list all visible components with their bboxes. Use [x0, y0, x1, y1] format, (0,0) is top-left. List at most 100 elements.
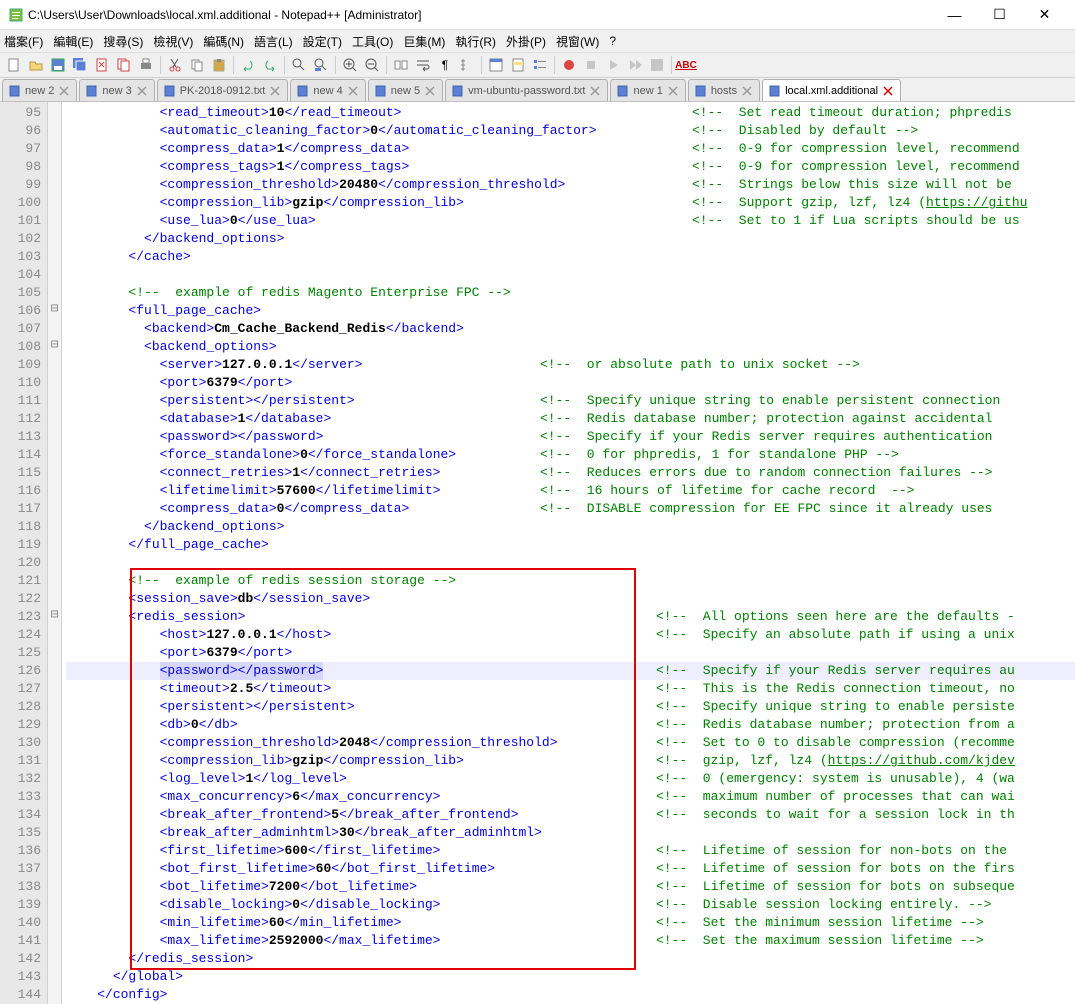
close-tab-icon[interactable]: [136, 85, 148, 97]
close-tab-icon[interactable]: [667, 85, 679, 97]
code-line[interactable]: [66, 554, 1075, 572]
close-tab-icon[interactable]: [58, 85, 70, 97]
code-line[interactable]: </backend_options>: [66, 230, 1075, 248]
zoom-in-icon[interactable]: [340, 55, 360, 75]
code-line[interactable]: <password></password><!-- Specify if you…: [66, 662, 1075, 680]
tab[interactable]: local.xml.additional: [762, 79, 901, 101]
tab[interactable]: new 3: [79, 79, 154, 101]
tab[interactable]: hosts: [688, 79, 760, 101]
zoom-out-icon[interactable]: [362, 55, 382, 75]
code-line[interactable]: <compress_data>0</compress_data><!-- DIS…: [66, 500, 1075, 518]
code-line[interactable]: </config>: [66, 986, 1075, 1004]
code-line[interactable]: <session_save>db</session_save>: [66, 590, 1075, 608]
menu-item[interactable]: 檔案(F): [4, 33, 43, 50]
code-line[interactable]: <first_lifetime>600</first_lifetime><!--…: [66, 842, 1075, 860]
close-tab-icon[interactable]: [589, 85, 601, 97]
fold-handle[interactable]: ⊟: [48, 300, 61, 318]
sync-scroll-icon[interactable]: [391, 55, 411, 75]
macro-play-multi-icon[interactable]: [625, 55, 645, 75]
menu-item[interactable]: 設定(T): [303, 33, 342, 50]
doc-map-icon[interactable]: [508, 55, 528, 75]
code-line[interactable]: <compression_lib>gzip</compression_lib><…: [66, 752, 1075, 770]
code-line[interactable]: <break_after_frontend>5</break_after_fro…: [66, 806, 1075, 824]
code-line[interactable]: <persistent></persistent><!-- Specify un…: [66, 392, 1075, 410]
code-line[interactable]: <lifetimelimit>57600</lifetimelimit><!--…: [66, 482, 1075, 500]
code-line[interactable]: <redis_session><!-- All options seen her…: [66, 608, 1075, 626]
code-line[interactable]: <min_lifetime>60</min_lifetime><!-- Set …: [66, 914, 1075, 932]
menu-item[interactable]: 視窗(W): [556, 33, 599, 50]
code-line[interactable]: <use_lua>0</use_lua><!-- Set to 1 if Lua…: [66, 212, 1075, 230]
indent-guide-icon[interactable]: [457, 55, 477, 75]
tab[interactable]: PK-2018-0912.txt: [157, 79, 289, 101]
menu-item[interactable]: ?: [609, 34, 616, 48]
menu-item[interactable]: 語言(L): [254, 33, 293, 50]
code-line[interactable]: <timeout>2.5</timeout><!-- This is the R…: [66, 680, 1075, 698]
copy-icon[interactable]: [187, 55, 207, 75]
code-line[interactable]: <read_timeout>10</read_timeout><!-- Set …: [66, 104, 1075, 122]
close-tab-icon[interactable]: [741, 85, 753, 97]
maximize-button[interactable]: ☐: [977, 1, 1022, 29]
macro-play-icon[interactable]: [603, 55, 623, 75]
code-line[interactable]: <break_after_adminhtml>30</break_after_a…: [66, 824, 1075, 842]
code-line[interactable]: <database>1</database><!-- Redis databas…: [66, 410, 1075, 428]
code-line[interactable]: </backend_options>: [66, 518, 1075, 536]
code-line[interactable]: <password></password><!-- Specify if you…: [66, 428, 1075, 446]
code-line[interactable]: <compression_threshold>2048</compression…: [66, 734, 1075, 752]
tab[interactable]: new 5: [368, 79, 443, 101]
close-tab-icon[interactable]: [882, 85, 894, 97]
menu-item[interactable]: 巨集(M): [403, 33, 445, 50]
cut-icon[interactable]: [165, 55, 185, 75]
code-line[interactable]: <server>127.0.0.1</server><!-- or absolu…: [66, 356, 1075, 374]
undo-icon[interactable]: [238, 55, 258, 75]
close-all-icon[interactable]: [114, 55, 134, 75]
close-file-icon[interactable]: [92, 55, 112, 75]
code-line[interactable]: <bot_first_lifetime>60</bot_first_lifeti…: [66, 860, 1075, 878]
menu-item[interactable]: 檢視(V): [153, 33, 193, 50]
code-line[interactable]: <!-- example of redis session storage --…: [66, 572, 1075, 590]
code-line[interactable]: <db>0</db><!-- Redis database number; pr…: [66, 716, 1075, 734]
menu-item[interactable]: 搜尋(S): [103, 33, 143, 50]
code-line[interactable]: <backend_options>: [66, 338, 1075, 356]
close-tab-icon[interactable]: [424, 85, 436, 97]
code-line[interactable]: <host>127.0.0.1</host><!-- Specify an ab…: [66, 626, 1075, 644]
redo-icon[interactable]: [260, 55, 280, 75]
code-line[interactable]: <compress_data>1</compress_data><!-- 0-9…: [66, 140, 1075, 158]
print-icon[interactable]: [136, 55, 156, 75]
macro-record-icon[interactable]: [559, 55, 579, 75]
tab[interactable]: new 2: [2, 79, 77, 101]
code-line[interactable]: <full_page_cache>: [66, 302, 1075, 320]
code-line[interactable]: <bot_lifetime>7200</bot_lifetime><!-- Li…: [66, 878, 1075, 896]
code-line[interactable]: <log_level>1</log_level><!-- 0 (emergenc…: [66, 770, 1075, 788]
paste-icon[interactable]: [209, 55, 229, 75]
editor[interactable]: 9596979899100101102103104105106107108109…: [0, 102, 1075, 1004]
code-line[interactable]: </full_page_cache>: [66, 536, 1075, 554]
code-line[interactable]: <automatic_cleaning_factor>0</automatic_…: [66, 122, 1075, 140]
open-file-icon[interactable]: [26, 55, 46, 75]
close-tab-icon[interactable]: [347, 85, 359, 97]
code-line[interactable]: </redis_session>: [66, 950, 1075, 968]
code-line[interactable]: <!-- example of redis Magento Enterprise…: [66, 284, 1075, 302]
close-button[interactable]: ✕: [1022, 1, 1067, 29]
code-line[interactable]: <port>6379</port>: [66, 644, 1075, 662]
code-line[interactable]: <max_lifetime>2592000</max_lifetime><!--…: [66, 932, 1075, 950]
replace-icon[interactable]: [311, 55, 331, 75]
code-line[interactable]: <max_concurrency>6</max_concurrency><!--…: [66, 788, 1075, 806]
find-icon[interactable]: [289, 55, 309, 75]
macro-stop-icon[interactable]: [581, 55, 601, 75]
code-line[interactable]: <persistent></persistent><!-- Specify un…: [66, 698, 1075, 716]
code-line[interactable]: </global>: [66, 968, 1075, 986]
tab[interactable]: new 1: [610, 79, 685, 101]
fold-gutter[interactable]: ⊟⊟⊟: [48, 102, 62, 1004]
menu-item[interactable]: 執行(R): [455, 33, 496, 50]
fold-handle[interactable]: ⊟: [48, 606, 61, 624]
spell-check-icon[interactable]: ABC: [676, 55, 696, 75]
save-all-icon[interactable]: [70, 55, 90, 75]
tab[interactable]: new 4: [290, 79, 365, 101]
code-line[interactable]: <port>6379</port>: [66, 374, 1075, 392]
macro-save-icon[interactable]: [647, 55, 667, 75]
word-wrap-icon[interactable]: [413, 55, 433, 75]
minimize-button[interactable]: —: [932, 1, 977, 29]
code-line[interactable]: <disable_locking>0</disable_locking><!--…: [66, 896, 1075, 914]
code-line[interactable]: <compression_threshold>20480</compressio…: [66, 176, 1075, 194]
menu-item[interactable]: 工具(O): [352, 33, 393, 50]
